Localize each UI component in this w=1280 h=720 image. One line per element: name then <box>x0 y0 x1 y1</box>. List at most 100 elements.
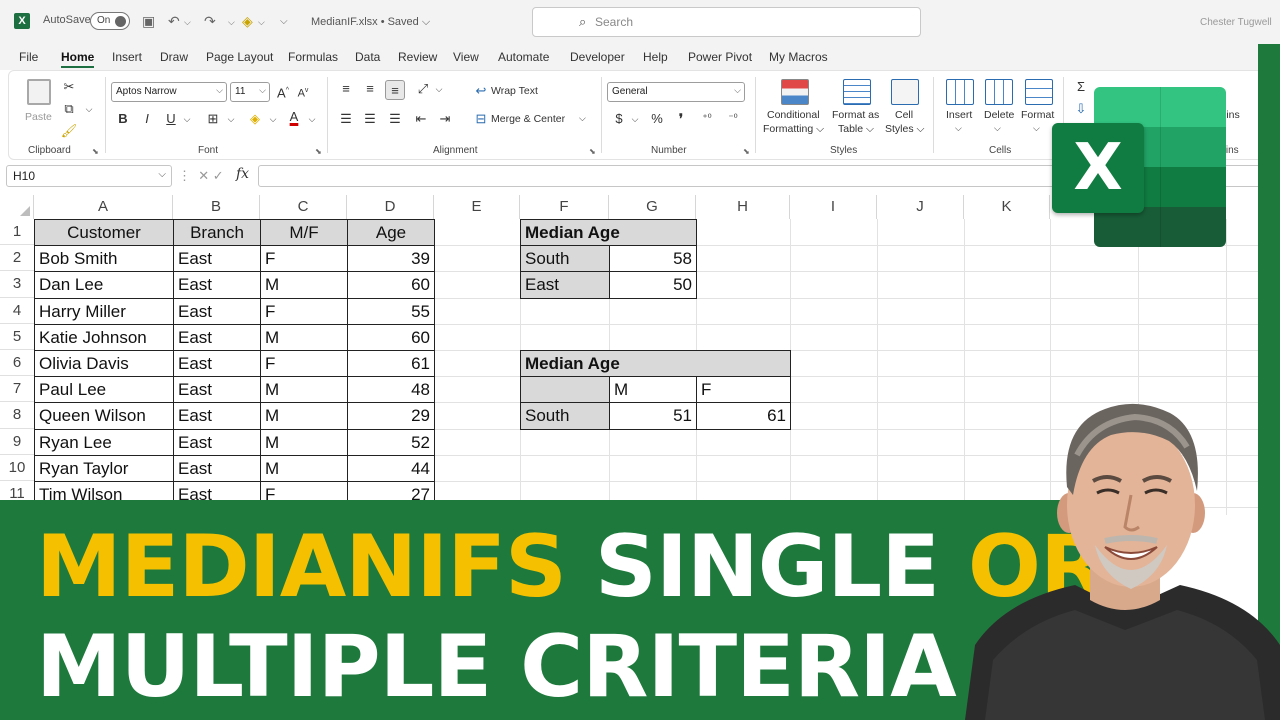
middle-align-icon[interactable]: ≡ <box>360 79 380 99</box>
top-align-icon[interactable]: ≡ <box>336 79 356 99</box>
tab-power-pivot[interactable]: Power Pivot <box>688 50 752 64</box>
cell-styles-label-1[interactable]: Cell <box>895 109 913 121</box>
cell[interactable]: Olivia Davis <box>35 351 173 376</box>
cell-styles-icon[interactable] <box>891 79 919 105</box>
row-header[interactable]: 9 <box>0 429 34 455</box>
cancel-icon[interactable]: ✕ <box>198 168 209 183</box>
tab-insert[interactable]: Insert <box>112 50 142 64</box>
format-as-table-label-1[interactable]: Format as <box>832 109 879 121</box>
orientation-dropdown-icon[interactable]: ⌵ <box>429 79 449 99</box>
cell[interactable]: East <box>521 272 609 298</box>
cell[interactable]: F <box>261 246 347 271</box>
cell[interactable] <box>521 377 609 403</box>
cell[interactable]: Customer <box>35 220 173 246</box>
cell[interactable]: Branch <box>174 220 260 246</box>
cell[interactable]: East <box>174 403 260 428</box>
cell[interactable]: East <box>174 299 260 324</box>
cell[interactable]: Age <box>348 220 434 246</box>
row-header[interactable]: 3 <box>0 271 34 298</box>
decrease-indent-icon[interactable]: ⇤ <box>411 109 431 129</box>
cell[interactable]: East <box>174 351 260 376</box>
fill-color-icon[interactable]: ◈ <box>242 13 253 30</box>
borders-dropdown-icon[interactable]: ⌵ <box>221 109 241 129</box>
bottom-align-icon[interactable]: ≡ <box>385 80 405 100</box>
name-box[interactable]: H10 ⌵ <box>6 165 172 187</box>
column-header[interactable]: K <box>964 195 1050 219</box>
cell[interactable]: East <box>174 456 260 481</box>
redo-dropdown-icon[interactable]: ⌵ <box>228 17 235 28</box>
fill-color-icon[interactable]: ◈ <box>245 109 265 129</box>
merge-dropdown-icon[interactable]: ⌵ <box>579 113 586 124</box>
cell[interactable]: M <box>610 377 696 402</box>
paste-icon[interactable] <box>27 79 51 105</box>
cell[interactable]: South <box>521 246 609 272</box>
cell[interactable]: M <box>261 456 347 481</box>
document-title[interactable]: MedianIF.xlsx • Saved ⌵ <box>311 16 430 29</box>
increase-indent-icon[interactable]: ⇥ <box>435 109 455 129</box>
cell[interactable]: East <box>174 272 260 297</box>
select-all-corner[interactable] <box>0 195 34 219</box>
cell[interactable]: 48 <box>348 377 434 402</box>
conditional-formatting-label-1[interactable]: Conditional <box>767 109 820 121</box>
tab-my-macros[interactable]: My Macros <box>769 50 828 64</box>
increase-font-size-icon[interactable]: A^ <box>273 81 293 101</box>
insert-cells-label[interactable]: Insert <box>946 109 972 121</box>
tab-home[interactable]: Home <box>61 50 95 68</box>
row-header[interactable]: 7 <box>0 376 34 403</box>
wrap-text-icon[interactable]: ↩ <box>471 81 491 101</box>
cell[interactable]: 44 <box>348 456 434 481</box>
delete-cells-label[interactable]: Delete <box>984 109 1014 121</box>
merge-center-icon[interactable]: ⊟ <box>471 109 491 129</box>
insert-function-icon[interactable]: fx <box>236 166 249 182</box>
tab-draw[interactable]: Draw <box>160 50 188 64</box>
row-header[interactable]: 10 <box>0 455 34 481</box>
cell[interactable]: 50 <box>610 272 696 297</box>
borders-icon[interactable]: ⊞ <box>203 109 223 129</box>
font-color-icon[interactable]: A <box>284 107 304 127</box>
cell[interactable]: M <box>261 325 347 350</box>
format-as-table-icon[interactable] <box>843 79 871 105</box>
italic-button[interactable]: I <box>137 109 157 129</box>
font-size-select[interactable]: 11 ⌵ <box>230 82 270 102</box>
format-cells-label[interactable]: Format <box>1021 109 1054 121</box>
cell[interactable]: F <box>261 351 347 376</box>
user-name[interactable]: Chester Tugwell <box>1200 17 1272 28</box>
enter-icon[interactable]: ✓ <box>213 168 224 183</box>
customize-qat-icon[interactable]: ⌵ <box>280 16 288 27</box>
cell[interactable]: 55 <box>348 299 434 324</box>
cell[interactable]: M/F <box>261 220 347 246</box>
bold-button[interactable]: B <box>113 109 133 129</box>
copy-icon[interactable]: ⧉ <box>59 99 79 119</box>
cell[interactable]: M <box>261 272 347 297</box>
conditional-formatting-icon[interactable] <box>781 79 809 105</box>
row-header[interactable]: 8 <box>0 402 34 429</box>
cell[interactable]: 58 <box>610 246 696 271</box>
cell[interactable]: 51 <box>610 403 696 428</box>
search-box[interactable]: ⌕ Search <box>532 7 921 37</box>
clipboard-launcher-icon[interactable]: ⬊ <box>92 147 99 156</box>
paste-label[interactable]: Paste <box>25 111 52 123</box>
alignment-launcher-icon[interactable]: ⬊ <box>589 147 596 156</box>
comma-button[interactable]: ❜ <box>671 109 691 129</box>
column-header[interactable]: E <box>434 195 520 219</box>
currency-dropdown-icon[interactable]: ⌵ <box>625 109 645 129</box>
column-header[interactable]: D <box>347 195 434 219</box>
column-header[interactable]: H <box>696 195 790 219</box>
cell[interactable]: 52 <box>348 430 434 455</box>
cell[interactable]: 60 <box>348 272 434 297</box>
format-as-table-label-2[interactable]: Table ⌵ <box>838 123 874 136</box>
fill-dropdown-icon[interactable]: ⌵ <box>258 17 265 28</box>
underline-dropdown-icon[interactable]: ⌵ <box>177 109 197 129</box>
percent-button[interactable]: % <box>647 109 667 129</box>
format-dropdown-icon[interactable]: ⌵ <box>1033 123 1040 134</box>
cell[interactable]: 29 <box>348 403 434 428</box>
merge-center-button[interactable]: Merge & Center <box>491 113 565 125</box>
cut-icon[interactable]: ✂ <box>59 77 79 97</box>
save-icon[interactable]: ▣ <box>142 13 155 30</box>
tab-file[interactable]: File <box>19 50 38 64</box>
decrease-decimal-icon[interactable]: ⁻⁰ <box>723 109 743 129</box>
cell[interactable]: F <box>261 299 347 324</box>
insert-dropdown-icon[interactable]: ⌵ <box>955 123 962 134</box>
cell[interactable]: Median Age <box>521 220 696 246</box>
tab-developer[interactable]: Developer <box>570 50 625 64</box>
